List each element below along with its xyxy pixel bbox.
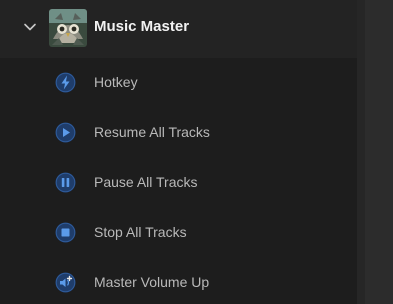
actions-panel: Music Master Hotkey Resume All Tracks Pa… [0, 0, 357, 304]
scrollbar-thumb[interactable] [365, 0, 393, 304]
lightning-icon [55, 72, 76, 93]
play-icon [55, 122, 76, 143]
action-stop-all-tracks[interactable]: Stop All Tracks [0, 208, 357, 258]
plugin-title: Music Master [94, 18, 190, 35]
action-master-volume-up[interactable]: Master Volume Up [0, 258, 357, 304]
scrollbar-track[interactable] [357, 0, 393, 304]
chevron-down-icon[interactable] [21, 18, 39, 36]
plugin-category-header[interactable]: Music Master [0, 0, 357, 58]
volume-up-icon [55, 272, 76, 293]
action-label: Hotkey [94, 74, 138, 90]
stop-icon [55, 222, 76, 243]
action-list: Hotkey Resume All Tracks Pause All Track… [0, 58, 357, 304]
action-label: Pause All Tracks [94, 174, 198, 190]
stream-deck-actions-window: Music Master Hotkey Resume All Tracks Pa… [0, 0, 393, 304]
action-resume-all-tracks[interactable]: Resume All Tracks [0, 108, 357, 158]
action-label: Stop All Tracks [94, 224, 187, 240]
action-pause-all-tracks[interactable]: Pause All Tracks [0, 158, 357, 208]
owl-logo-icon [49, 9, 87, 47]
pause-icon [55, 172, 76, 193]
action-hotkey[interactable]: Hotkey [0, 58, 357, 108]
action-label: Master Volume Up [94, 274, 210, 290]
action-label: Resume All Tracks [94, 124, 210, 140]
